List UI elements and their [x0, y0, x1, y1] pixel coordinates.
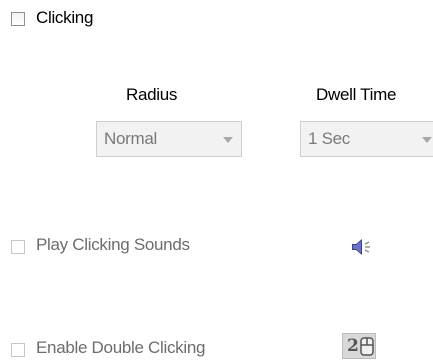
radius-dropdown[interactable]: Normal: [96, 121, 242, 157]
play-clicking-sounds-label: Play Clicking Sounds: [36, 235, 190, 254]
speaker-icon: [350, 236, 372, 258]
clicking-checkbox[interactable]: [11, 12, 25, 26]
dwell-time-header: Dwell Time: [316, 85, 397, 104]
radius-header: Radius: [126, 85, 178, 104]
dwell-time-dropdown-value: 1 Sec: [308, 129, 350, 148]
chevron-down-icon: [223, 137, 233, 143]
play-clicking-sounds-checkbox[interactable]: [11, 240, 25, 254]
clicking-settings-panel: Clicking Radius Dwell Time Normal 1 Sec …: [0, 0, 433, 364]
clicking-label: Clicking: [36, 8, 94, 27]
enable-double-clicking-checkbox[interactable]: [11, 343, 25, 357]
chevron-down-icon: [422, 137, 432, 143]
dwell-time-dropdown[interactable]: 1 Sec: [300, 121, 433, 157]
enable-double-clicking-label: Enable Double Clicking: [36, 338, 206, 357]
mouse-icon: [360, 337, 374, 356]
double-click-icon-number: 2: [347, 336, 359, 356]
double-click-icon: 2: [342, 333, 376, 359]
radius-dropdown-value: Normal: [104, 129, 157, 148]
